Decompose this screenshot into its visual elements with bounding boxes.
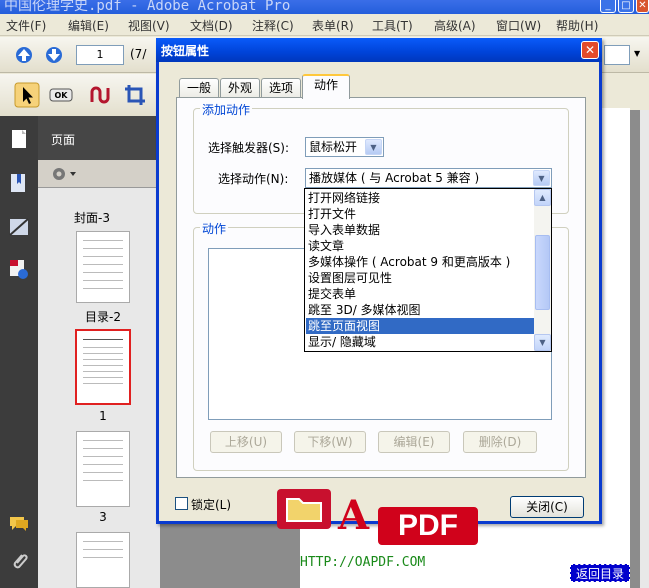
dropdown-option[interactable]: 读文章 [306, 238, 534, 254]
thumbnail-page-1[interactable] [75, 329, 131, 405]
close-icon[interactable]: ✕ [581, 41, 599, 59]
action-value: 播放媒体 ( 与 Acrobat 5 兼容 ) [309, 171, 480, 185]
tab-appearance[interactable]: 外观 [220, 78, 260, 98]
app-title: 中国伦理学史.pdf - Adobe Acrobat Pro [4, 0, 291, 14]
menu-bar: 文件(F) 编辑(E) 视图(V) 文档(D) 注释(C) 表单(R) 工具(T… [0, 14, 649, 36]
thumb-label-page-3: 3 [99, 510, 107, 524]
thumbnail-page-3[interactable] [76, 431, 130, 507]
attachment-clip-icon[interactable] [8, 550, 30, 572]
link-tool-icon[interactable] [86, 82, 112, 108]
document-scrollbar[interactable] [640, 110, 649, 588]
move-up-button[interactable]: 上移(U) [210, 431, 282, 453]
dropdown-option[interactable]: 提交表单 [306, 286, 534, 302]
edit-button[interactable]: 编辑(E) [378, 431, 450, 453]
zoom-input[interactable] [604, 45, 630, 65]
up-arrow-icon[interactable] [14, 46, 34, 64]
trigger-select[interactable]: 鼠标松开 ▼ [305, 137, 384, 157]
dropdown-option-selected[interactable]: 跳至页面视图 [306, 318, 534, 334]
scroll-up-icon[interactable]: ▲ [534, 189, 551, 206]
comments-icon[interactable] [8, 512, 30, 534]
menu-help[interactable]: 帮助(H) [556, 17, 598, 34]
app-title-bar: 中国伦理学史.pdf - Adobe Acrobat Pro _ □ ✕ [0, 0, 649, 14]
navigation-strip [0, 116, 38, 588]
thumb-label-cover: 封面-3 [74, 211, 110, 225]
dropdown-option[interactable]: 显示/ 隐藏域 [306, 334, 534, 350]
trigger-value: 鼠标松开 [309, 140, 358, 154]
lock-label: 锁定(L) [191, 498, 232, 512]
dialog-title-bar: 按钮属性 ✕ [156, 38, 602, 62]
dropdown-option[interactable]: 跳至 3D/ 多媒体视图 [306, 302, 534, 318]
action-dropdown-list: 打开网络链接 打开文件 导入表单数据 读文章 多媒体操作 ( Acrobat 9… [304, 188, 552, 352]
dropdown-scrollbar[interactable]: ▲ ▼ [534, 189, 551, 351]
menu-edit[interactable]: 编辑(E) [68, 17, 109, 34]
close-button[interactable]: 关闭(C) [510, 496, 584, 518]
move-down-button[interactable]: 下移(W) [294, 431, 366, 453]
menu-tools[interactable]: 工具(T) [372, 17, 413, 34]
page-total: (7/ [130, 47, 147, 61]
down-arrow-icon[interactable] [44, 46, 64, 64]
tab-general[interactable]: 一般 [179, 78, 219, 98]
dropdown-option[interactable]: 导入表单数据 [306, 222, 534, 238]
delete-button[interactable]: 删除(D) [463, 431, 537, 453]
thumbnail-page-4[interactable] [76, 532, 130, 588]
signatures-icon[interactable] [8, 216, 30, 238]
maximize-icon[interactable]: □ [618, 0, 634, 13]
menu-forms[interactable]: 表单(R) [312, 17, 354, 34]
ok-button-icon[interactable]: OK [48, 82, 74, 108]
menu-advanced[interactable]: 高级(A) [434, 17, 476, 34]
thumbnail-toc[interactable] [76, 231, 130, 303]
attachments-icon[interactable] [8, 258, 30, 280]
page-thumbnails: 封面-3 目录-2 1 3 [38, 188, 160, 588]
minimize-icon[interactable]: _ [600, 0, 616, 13]
pages-panel-title: 页面 [51, 133, 76, 147]
folder-logo-icon [277, 489, 331, 529]
dropdown-option[interactable]: 打开网络链接 [306, 190, 534, 206]
tab-actions[interactable]: 动作 [302, 74, 350, 99]
pages-icon[interactable] [8, 128, 30, 150]
action-label: 选择动作(N): [218, 172, 289, 186]
dropdown-option[interactable]: 设置图层可见性 [306, 270, 534, 286]
tab-options[interactable]: 选项 [261, 78, 301, 98]
menu-document[interactable]: 文档(D) [190, 17, 233, 34]
add-action-group-title: 添加动作 [200, 101, 253, 118]
pages-panel-header: 页面 [38, 116, 160, 160]
dropdown-option[interactable]: 多媒体操作 ( Acrobat 9 和更高版本 ) [306, 254, 534, 270]
dialog-title: 按钮属性 [161, 44, 210, 58]
tools-toolbar: OK [0, 74, 160, 116]
svg-text:OK: OK [55, 91, 69, 100]
back-to-toc-button[interactable]: 返回目录 [570, 564, 630, 582]
menu-comments[interactable]: 注释(C) [252, 17, 294, 34]
gear-icon[interactable] [50, 165, 78, 183]
menu-view[interactable]: 视图(V) [128, 17, 170, 34]
page-number-input[interactable]: 1 [76, 45, 124, 65]
thumb-label-toc: 目录-2 [85, 310, 121, 324]
menu-window[interactable]: 窗口(W) [496, 17, 541, 34]
bookmarks-icon[interactable] [8, 172, 30, 194]
menu-file[interactable]: 文件(F) [6, 17, 46, 34]
watermark-a: A [338, 492, 370, 539]
chevron-down-icon[interactable]: ▼ [365, 139, 382, 155]
chevron-down-icon[interactable]: ▼ [533, 170, 550, 186]
scroll-down-icon[interactable]: ▼ [534, 334, 551, 351]
scroll-thumb[interactable] [535, 235, 550, 310]
watermark-pdf: PDF [378, 507, 478, 545]
crop-icon[interactable] [122, 82, 148, 108]
action-select[interactable]: 播放媒体 ( 与 Acrobat 5 兼容 ) ▼ [305, 168, 552, 188]
watermark-url: HTTP://OAPDF.COM [300, 555, 426, 570]
trigger-label: 选择触发器(S): [208, 141, 290, 155]
lock-checkbox[interactable] [175, 497, 188, 510]
pages-options-bar [38, 160, 160, 188]
dropdown-option[interactable]: 打开文件 [306, 206, 534, 222]
actions-group-title: 动作 [200, 220, 229, 237]
thumb-label-page-1: 1 [99, 409, 107, 423]
close-window-icon[interactable]: ✕ [636, 0, 649, 13]
select-arrow-icon[interactable] [14, 82, 40, 108]
zoom-dropdown-icon[interactable]: ▼ [634, 49, 640, 58]
